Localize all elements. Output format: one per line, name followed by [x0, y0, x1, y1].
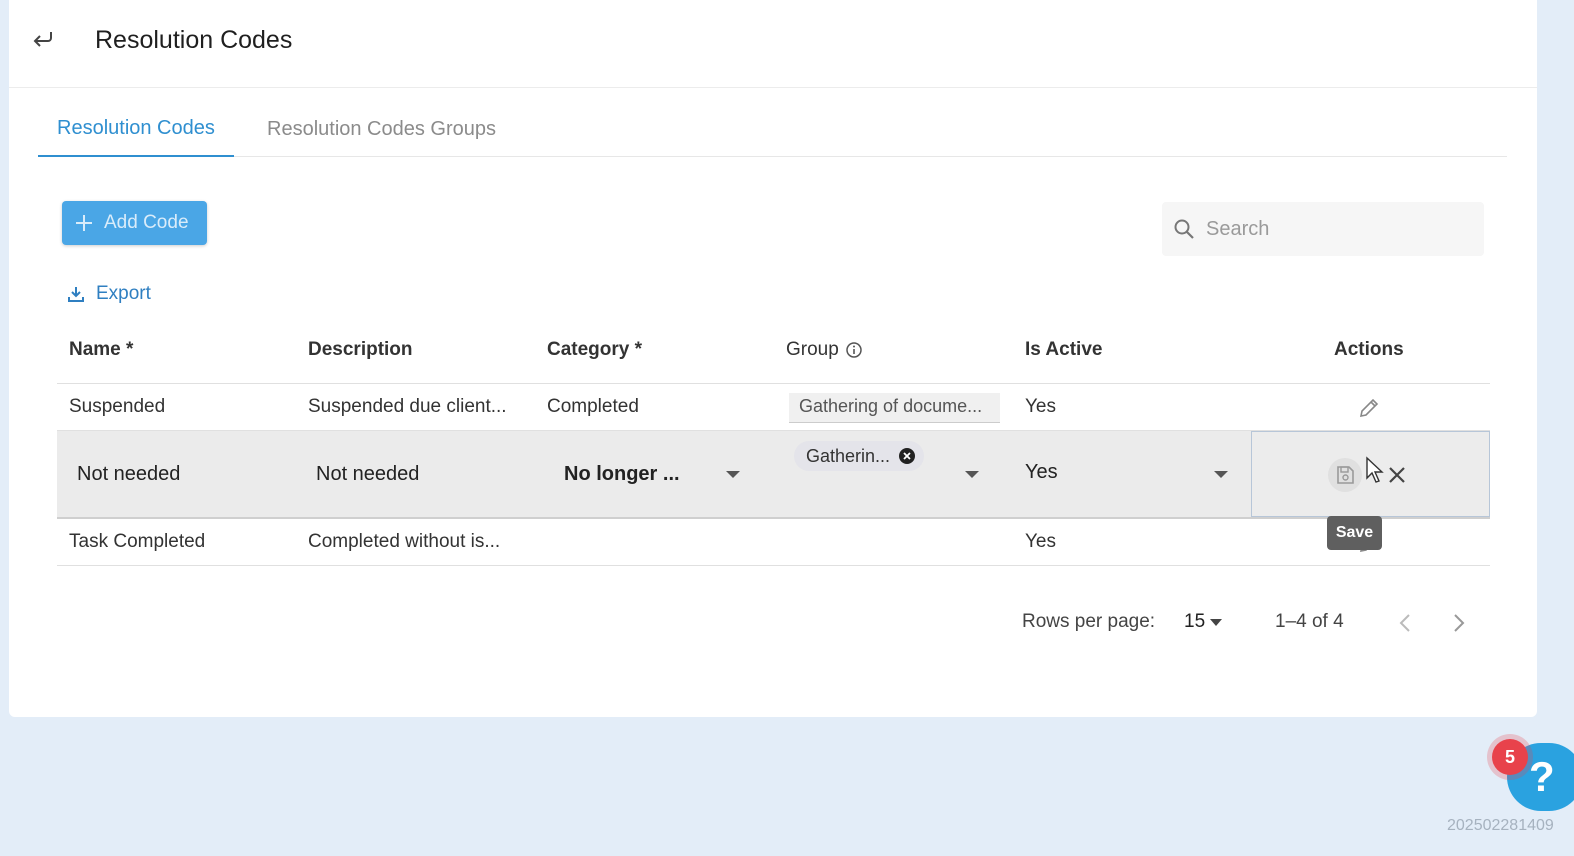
rows-per-page-select[interactable]: 15 [1184, 611, 1223, 633]
group-dropdown-caret[interactable] [965, 471, 979, 478]
cell-description: Suspended due client... [308, 396, 507, 417]
pencil-icon [1359, 398, 1379, 418]
info-icon[interactable] [845, 341, 863, 359]
search-box[interactable] [1162, 202, 1484, 256]
prev-page-button[interactable] [1397, 612, 1413, 640]
cell-group-chip: Gathering of docume... [789, 393, 1000, 423]
cell-name: Task Completed [69, 531, 206, 552]
column-header-is-active[interactable]: Is Active [1025, 339, 1102, 361]
cell-name: Suspended [69, 396, 166, 417]
cell-description: Completed without is... [308, 531, 501, 552]
back-button[interactable] [29, 26, 57, 52]
column-header-name[interactable]: Name * [69, 339, 133, 361]
chip-remove-icon[interactable] [898, 447, 916, 465]
export-button[interactable]: Export [66, 283, 151, 305]
search-icon [1174, 219, 1194, 239]
cell-is-active: Yes [1025, 396, 1056, 417]
top-bar: Resolution Codes [9, 0, 1537, 88]
column-header-label: Is Active [1025, 339, 1103, 360]
column-header-label: Actions [1334, 339, 1404, 360]
pagination-range: 1–4 of 4 [1275, 611, 1344, 632]
cell-is-active: Yes [1025, 531, 1056, 552]
column-header-category[interactable]: Category * [547, 339, 642, 361]
save-icon [1337, 466, 1354, 484]
table-row-editing[interactable]: Not needed Not needed No longer ... Gath… [57, 431, 1490, 519]
cancel-button[interactable] [1382, 460, 1412, 490]
chevron-left-icon [1399, 614, 1410, 632]
column-header-label: Group [786, 339, 839, 360]
tab-resolution-codes-groups[interactable]: Resolution Codes Groups [248, 102, 515, 157]
cell-category: Completed [547, 396, 639, 417]
save-tooltip: Save [1327, 516, 1382, 550]
tabs-bar: Resolution Codes Resolution Codes Groups [38, 102, 1507, 157]
edit-button[interactable] [1357, 396, 1381, 425]
chevron-down-icon [1210, 619, 1223, 626]
rows-per-page-value: 15 [1184, 611, 1206, 632]
row-actions [1251, 431, 1490, 517]
table-row[interactable]: Suspended Suspended due client... Comple… [57, 384, 1490, 431]
page-title: Resolution Codes [95, 26, 293, 54]
column-header-label: Name * [69, 339, 134, 360]
column-header-label: Description [308, 339, 413, 360]
search-input[interactable] [1206, 217, 1456, 241]
version-label: 202502281409 [1447, 817, 1554, 834]
close-icon [1389, 467, 1405, 483]
download-icon [68, 287, 84, 302]
help-question-icon: ? [1529, 753, 1555, 800]
category-select[interactable]: No longer ... [564, 463, 680, 486]
main-card: Resolution Codes Resolution Codes Resolu… [9, 0, 1537, 717]
chevron-right-icon [1454, 614, 1465, 632]
group-chip-label: Gatherin... [806, 445, 891, 466]
description-field[interactable]: Not needed [316, 463, 419, 486]
add-code-label: Add Code [104, 212, 189, 233]
column-header-group[interactable]: Group [786, 339, 863, 361]
table-header: Name * Description Category * Group Is A… [57, 326, 1490, 384]
tab-resolution-codes[interactable]: Resolution Codes [38, 102, 234, 157]
next-page-button[interactable] [1451, 612, 1467, 640]
is-active-dropdown-caret[interactable] [1214, 471, 1228, 478]
save-button[interactable] [1328, 458, 1362, 492]
group-chip[interactable]: Gatherin... [794, 441, 925, 471]
table-row[interactable]: Task Completed Completed without is... Y… [57, 519, 1490, 566]
is-active-select[interactable]: Yes [1025, 461, 1058, 484]
name-field[interactable]: Not needed [77, 463, 180, 486]
notification-badge: 5 [1492, 739, 1528, 775]
category-dropdown-caret[interactable] [726, 471, 740, 478]
column-header-label: Category * [547, 339, 643, 360]
resolution-codes-table: Name * Description Category * Group Is A… [57, 326, 1490, 566]
back-arrow-icon [33, 32, 52, 47]
add-code-button[interactable]: Add Code [62, 201, 207, 245]
column-header-actions: Actions [1334, 339, 1404, 361]
plus-icon [76, 215, 92, 231]
column-header-description[interactable]: Description [308, 339, 413, 361]
rows-per-page-label: Rows per page: [1022, 611, 1156, 632]
export-label: Export [96, 283, 151, 304]
